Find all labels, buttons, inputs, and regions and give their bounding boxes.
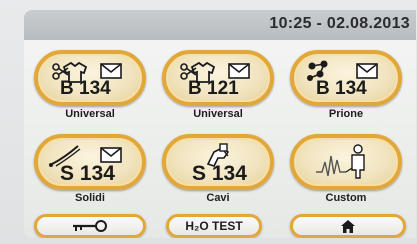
program-label: Prione xyxy=(328,108,364,120)
key-button[interactable] xyxy=(34,214,146,238)
h2o-test-label: H₂O TEST xyxy=(185,219,243,233)
home-button[interactable] xyxy=(290,214,406,238)
program-button-universal-b121[interactable]: B 121 xyxy=(162,50,274,106)
program-label: Custom xyxy=(325,192,367,204)
program-code: B 134 xyxy=(60,78,111,99)
program-button-solidi-s134[interactable]: S 134 xyxy=(34,134,146,190)
home-icon xyxy=(341,219,355,233)
program-label: Solidi xyxy=(75,192,105,204)
program-code: S 134 xyxy=(192,162,247,185)
envelope-icon xyxy=(100,147,122,163)
key-icon xyxy=(73,220,107,232)
person-waveform-icon xyxy=(316,144,365,179)
envelope-icon xyxy=(356,63,378,79)
program-label: Universal xyxy=(65,108,115,120)
datetime-display: 10:25 - 02.08.2013 xyxy=(269,15,410,32)
status-bar: 10:25 - 02.08.2013 xyxy=(24,10,416,40)
envelope-icon xyxy=(228,63,250,79)
program-code: S 134 xyxy=(60,162,115,185)
program-label: Cavi xyxy=(206,192,230,204)
program-code: B 134 xyxy=(316,78,367,99)
program-button-prione-b134[interactable]: B 134 xyxy=(290,50,402,106)
program-button-universal-b134[interactable]: B 134 xyxy=(34,50,146,106)
touch-screen: 10:25 - 02.08.2013 B 134 Universal B 121… xyxy=(24,10,416,238)
program-button-cavi-s134[interactable]: S 134 xyxy=(162,134,274,190)
program-code: B 121 xyxy=(188,78,239,99)
h2o-test-button[interactable]: H₂O TEST xyxy=(166,214,262,238)
program-button-custom[interactable] xyxy=(290,134,402,190)
envelope-icon xyxy=(100,63,122,79)
program-label: Universal xyxy=(193,108,243,120)
